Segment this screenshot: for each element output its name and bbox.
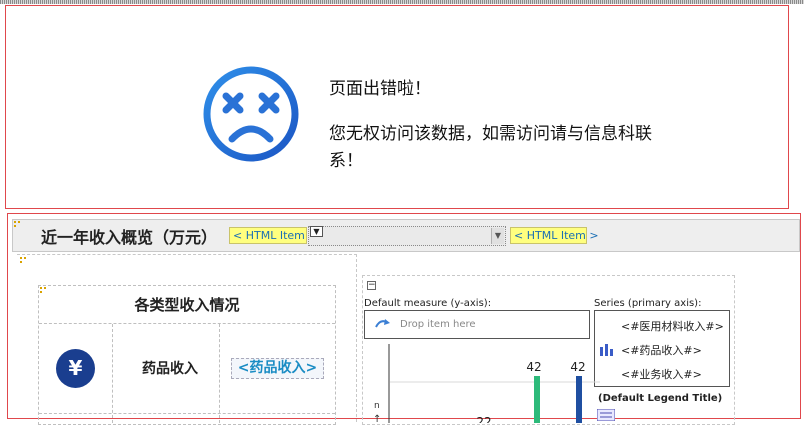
legend-title: (Default Legend Title)	[598, 393, 723, 404]
series-item[interactable]: <#业务收入#>	[621, 366, 702, 382]
collapse-button[interactable]: −	[367, 281, 376, 290]
corner-marker	[14, 221, 20, 227]
bar-chart-icon	[600, 344, 613, 356]
measure-drop-zone[interactable]	[364, 310, 590, 339]
drug-income-field[interactable]: <药品收入>	[231, 358, 324, 379]
error-title: 页面出错啦！	[329, 79, 431, 99]
top-dotted-strip	[0, 0, 804, 4]
column-divider	[112, 324, 113, 423]
sad-face-icon	[203, 66, 299, 162]
corner-marker	[20, 257, 26, 263]
yuan-icon: ¥	[56, 349, 95, 388]
html-item-placeholder[interactable]: < HTML Item >	[229, 227, 318, 244]
select-handle-icon[interactable]: ▼	[310, 226, 323, 237]
select-dropdown[interactable]: ▼	[308, 226, 506, 246]
series-item[interactable]: <#药品收入#>	[621, 342, 702, 358]
income-card-heading: 各类型收入情况	[39, 286, 335, 324]
series-drop-zone[interactable]: <#医用材料收入#> <#药品收入#> <#业务收入#>	[594, 310, 730, 387]
bar	[576, 376, 582, 423]
series-item[interactable]: <#医用材料收入#>	[621, 318, 724, 334]
data-label: 22	[476, 415, 491, 423]
error-message: 您无权访问该数据，如需访问请与信息科联系！	[329, 124, 652, 171]
drop-item-text: Drop item here	[400, 319, 476, 330]
data-label: 42	[526, 360, 541, 374]
arrow-up-icon: ↑	[373, 414, 381, 423]
drop-arrow-icon	[375, 319, 390, 328]
data-label: 42	[570, 360, 585, 374]
html-item-placeholder[interactable]: < HTML Item >	[510, 227, 599, 244]
column-divider	[219, 324, 220, 423]
series-label: Series (primary axis):	[594, 298, 702, 309]
drug-income-label: 药品收入	[142, 361, 198, 377]
bar	[534, 376, 540, 423]
error-panel	[5, 5, 789, 209]
page-title: 近一年收入概览（万元）	[41, 228, 218, 247]
measure-label: Default measure (y-axis):	[364, 298, 492, 309]
chevron-down-icon[interactable]: ▼	[491, 228, 504, 244]
bar-chart: n ↑ 42 42 22	[373, 344, 600, 423]
y-axis-label: n	[374, 401, 380, 411]
